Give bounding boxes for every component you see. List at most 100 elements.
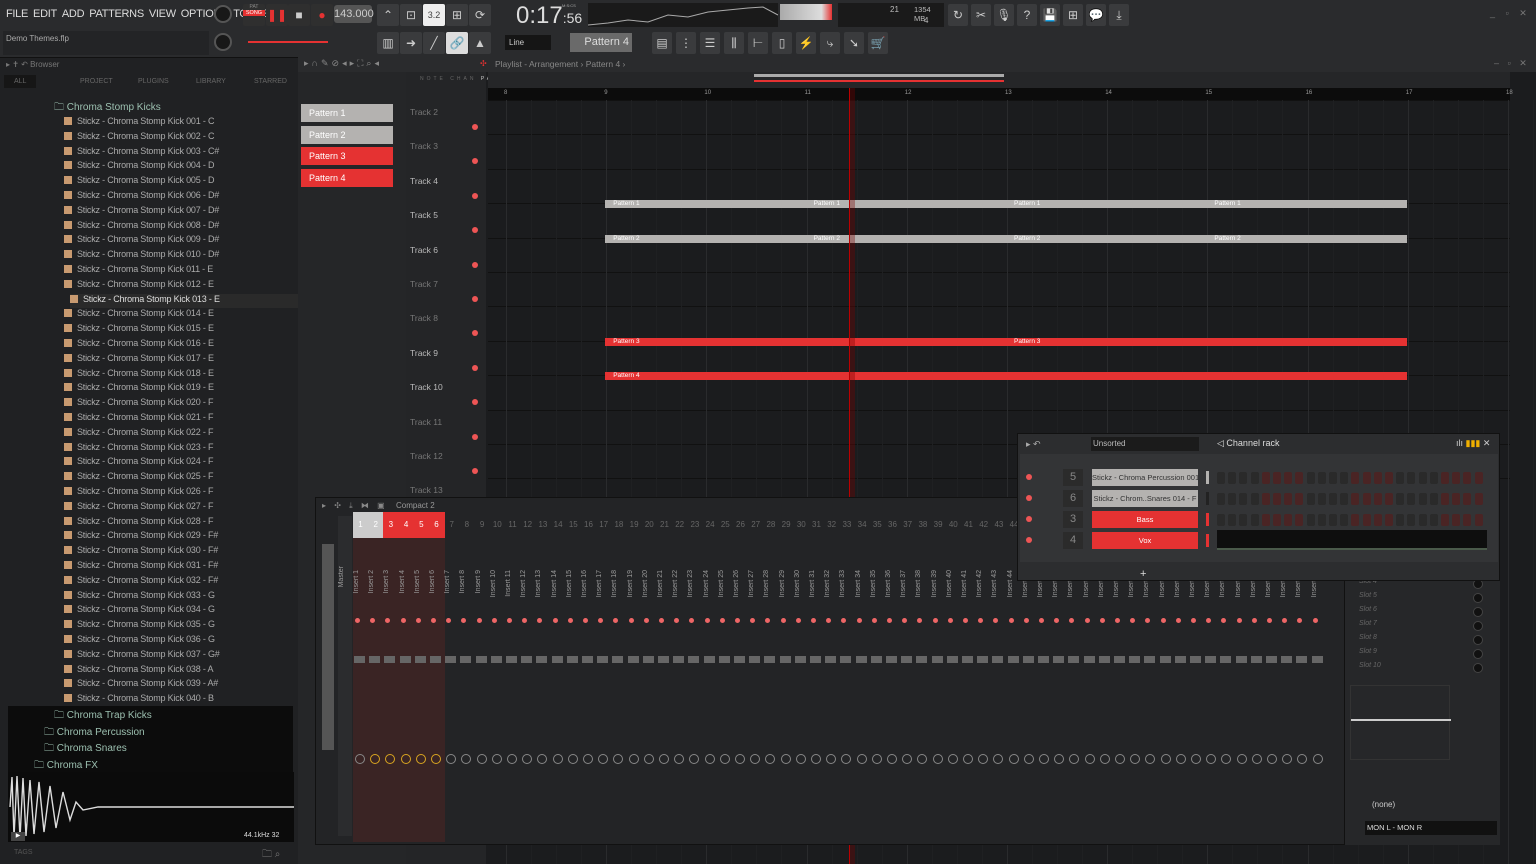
insert-fx-led[interactable]: [355, 618, 360, 623]
insert-fx-led[interactable]: [735, 618, 740, 623]
menu-patterns[interactable]: PATTERNS: [89, 8, 144, 20]
insert-fader[interactable]: [475, 656, 487, 663]
view-icon-8[interactable]: ➘: [844, 32, 864, 54]
insert-route-knob[interactable]: [917, 754, 928, 764]
insert-route-knob[interactable]: [522, 754, 533, 764]
mixer-insert-10[interactable]: 10 Insert 10: [490, 520, 504, 840]
insert-fader[interactable]: [460, 656, 472, 663]
insert-route-knob[interactable]: [1191, 754, 1201, 764]
mixer-insert-19[interactable]: 19 Insert 19: [627, 520, 641, 840]
insert-route-knob[interactable]: [1023, 754, 1034, 764]
browser-file-item[interactable]: Stickz - Chroma Stomp Kick 023 - F: [64, 442, 213, 456]
insert-fx-led[interactable]: [674, 618, 680, 623]
slot-mix-knob[interactable]: [1473, 649, 1483, 659]
record-button[interactable]: ●: [311, 4, 333, 26]
toolbar-icon-1[interactable]: ✂: [971, 4, 991, 26]
view-icon-3[interactable]: ⫼: [724, 32, 744, 54]
insert-fader[interactable]: [1174, 656, 1186, 663]
insert-fx-led[interactable]: [567, 618, 573, 623]
mixer-insert-16[interactable]: 16 Insert 16: [581, 520, 595, 840]
insert-route-knob[interactable]: [370, 754, 381, 764]
insert-fx-led[interactable]: [917, 618, 923, 623]
mixer-insert-28[interactable]: 28 Insert 28: [763, 520, 777, 840]
insert-route-knob[interactable]: [1282, 754, 1293, 764]
browser-file-item[interactable]: Stickz - Chroma Stomp Kick 009 - D#: [64, 234, 219, 248]
insert-route-knob[interactable]: [476, 754, 487, 764]
insert-route-knob[interactable]: [1160, 754, 1171, 764]
insert-fx-led[interactable]: [719, 618, 725, 623]
browser-file-item[interactable]: Stickz - Chroma Stomp Kick 022 - F: [64, 427, 213, 441]
step-button[interactable]: [1351, 514, 1360, 526]
insert-route-knob[interactable]: [1267, 754, 1277, 764]
insert-fader[interactable]: [779, 656, 791, 663]
stop-button[interactable]: ■: [288, 4, 310, 26]
mixer-insert-36[interactable]: 36 Insert 36: [885, 520, 899, 840]
countdown-button[interactable]: 3.2: [423, 4, 445, 26]
track-label[interactable]: Track 12: [410, 451, 443, 461]
step-button[interactable]: [1373, 472, 1382, 484]
insert-fx-led[interactable]: [1175, 618, 1181, 623]
playlist-clip[interactable]: Pattern 4: [605, 372, 1407, 381]
insert-fx-led[interactable]: [552, 618, 558, 623]
step-button[interactable]: [1317, 493, 1326, 505]
insert-fader[interactable]: [718, 656, 730, 663]
mixer-insert-39[interactable]: 39 Insert 39: [931, 520, 945, 840]
tags-button[interactable]: TAGS: [14, 849, 33, 856]
browser-file-item[interactable]: Stickz - Chroma Stomp Kick 008 - D#: [64, 220, 219, 234]
effect-slot[interactable]: Slot 8: [1359, 634, 1377, 641]
track-mute-button[interactable]: [472, 468, 478, 474]
insert-fader[interactable]: [582, 656, 593, 663]
insert-fx-led[interactable]: [993, 618, 999, 623]
insert-fx-led[interactable]: [780, 618, 786, 623]
step-button[interactable]: [1452, 514, 1461, 526]
step-button[interactable]: [1273, 514, 1281, 526]
step-button[interactable]: [1429, 472, 1438, 484]
view-icon-1[interactable]: ⋮: [676, 32, 696, 54]
insert-fader[interactable]: [551, 656, 563, 663]
step-button[interactable]: [1373, 514, 1382, 526]
effect-slot[interactable]: Slot 9: [1359, 648, 1377, 655]
insert-route-knob[interactable]: [659, 754, 669, 764]
insert-route-knob[interactable]: [1206, 754, 1217, 764]
insert-fx-led[interactable]: [978, 618, 984, 623]
mixer-insert-25[interactable]: 25 Insert 25: [718, 520, 732, 840]
preview-play-button[interactable]: ▶: [11, 832, 25, 841]
browser-tab-starred[interactable]: STARRED: [254, 78, 287, 85]
insert-fx-led[interactable]: [963, 618, 968, 623]
insert-route-knob[interactable]: [355, 754, 365, 764]
mixer-insert-41[interactable]: 41 Insert 41: [961, 520, 975, 840]
effect-slot[interactable]: Slot 7: [1359, 620, 1377, 627]
insert-fader[interactable]: [369, 656, 381, 663]
insert-route-knob[interactable]: [628, 754, 639, 764]
insert-fader[interactable]: [1190, 656, 1201, 663]
insert-route-knob[interactable]: [1236, 754, 1247, 764]
browser-file-item[interactable]: Stickz - Chroma Stomp Kick 038 - A: [64, 664, 213, 678]
master-pitch-slider[interactable]: [248, 41, 328, 43]
step-button[interactable]: [1362, 472, 1371, 484]
insert-route-knob[interactable]: [735, 754, 745, 764]
add-channel-button[interactable]: +: [1140, 568, 1146, 580]
insert-route-knob[interactable]: [841, 754, 852, 764]
insert-fx-led[interactable]: [871, 618, 877, 623]
insert-route-knob[interactable]: [1099, 754, 1110, 764]
step-button[interactable]: [1261, 493, 1270, 505]
step-button[interactable]: [1306, 493, 1315, 505]
slot-mix-knob[interactable]: [1473, 593, 1483, 603]
insert-route-knob[interactable]: [415, 754, 426, 764]
step-button[interactable]: [1340, 493, 1349, 505]
browser-file-item[interactable]: Stickz - Chroma Stomp Kick 035 - G: [64, 619, 215, 633]
insert-fader[interactable]: [1205, 656, 1217, 663]
insert-fader[interactable]: [855, 656, 867, 663]
insert-route-knob[interactable]: [902, 754, 913, 764]
mixer-insert-22[interactable]: 22 Insert 22: [672, 520, 686, 840]
browser-file-item[interactable]: Stickz - Chroma Stomp Kick 025 - F: [64, 471, 213, 485]
insert-route-knob[interactable]: [1130, 754, 1141, 764]
step-button[interactable]: [1250, 472, 1259, 484]
overview-scrollbar[interactable]: [488, 72, 1510, 88]
insert-fx-led[interactable]: [1267, 618, 1272, 623]
step-button[interactable]: [1295, 493, 1304, 505]
metronome-button[interactable]: ⌃: [377, 4, 399, 26]
insert-fader[interactable]: [749, 656, 761, 663]
channel-mute-led[interactable]: [1026, 495, 1032, 501]
view-icon-2[interactable]: ☰: [700, 32, 720, 54]
